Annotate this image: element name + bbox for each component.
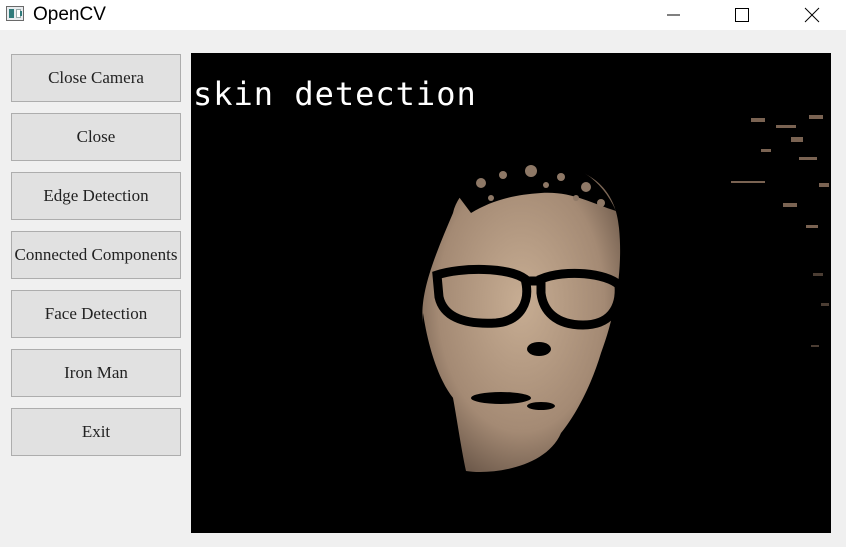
close-icon bbox=[804, 7, 820, 23]
opencv-window-icon bbox=[6, 6, 24, 21]
maximize-icon bbox=[735, 8, 749, 22]
connected-components-button[interactable]: Connected Components bbox=[11, 231, 181, 279]
close-window-button[interactable] bbox=[789, 0, 835, 30]
overlay-label: skin detection bbox=[193, 75, 477, 113]
minimize-icon bbox=[667, 14, 680, 16]
window-title: OpenCV bbox=[33, 4, 106, 25]
iron-man-button[interactable]: Iron Man bbox=[11, 349, 181, 397]
maximize-button[interactable] bbox=[719, 0, 765, 30]
skin-mask-image bbox=[422, 115, 829, 473]
edge-detection-button[interactable]: Edge Detection bbox=[11, 172, 181, 220]
close-camera-button[interactable]: Close Camera bbox=[11, 54, 181, 102]
close-button[interactable]: Close bbox=[11, 113, 181, 161]
camera-view: skin detection bbox=[191, 53, 831, 533]
title-bar: OpenCV bbox=[0, 0, 846, 30]
minimize-button[interactable] bbox=[650, 0, 696, 30]
face-detection-button[interactable]: Face Detection bbox=[11, 290, 181, 338]
exit-button[interactable]: Exit bbox=[11, 408, 181, 456]
